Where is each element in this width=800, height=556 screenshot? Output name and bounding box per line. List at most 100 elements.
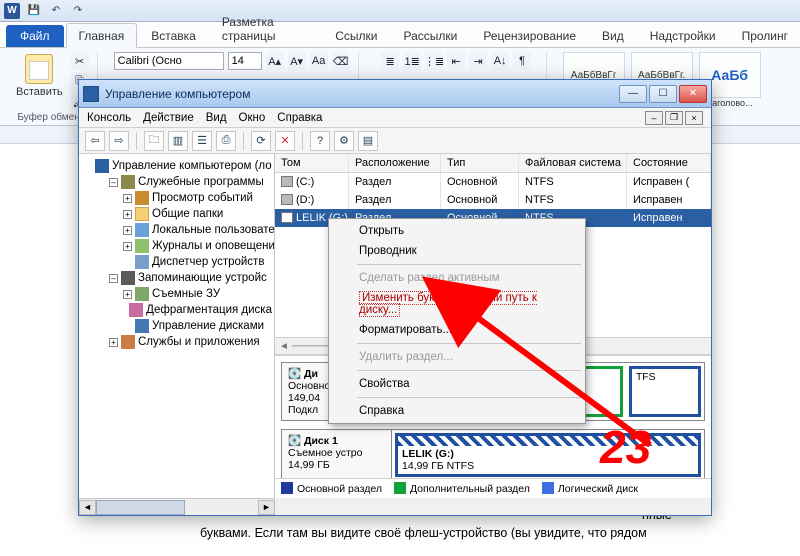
col-filesystem[interactable]: Файловая система: [519, 154, 627, 172]
refresh-icon[interactable]: ⟳: [251, 131, 271, 151]
expand-icon[interactable]: +: [123, 226, 132, 235]
tab-references[interactable]: Ссылки: [323, 24, 389, 47]
tab-layout[interactable]: Разметка страницы: [210, 10, 321, 47]
tree-removable-storage[interactable]: +Съемные ЗУ: [123, 286, 272, 302]
ctx-help[interactable]: Справка: [331, 401, 583, 421]
tree-pane[interactable]: Управление компьютером (ло –Служебные пр…: [79, 154, 275, 498]
font-size-select[interactable]: [228, 52, 262, 70]
tree-disk-management[interactable]: Управление дисками: [123, 318, 272, 334]
undo-icon[interactable]: ↶: [48, 3, 64, 19]
delete-icon[interactable]: ✕: [275, 131, 295, 151]
tab-review[interactable]: Рецензирование: [471, 24, 588, 47]
back-icon[interactable]: ⇦: [85, 131, 105, 151]
up-icon[interactable]: 🗀: [144, 131, 164, 151]
expand-icon[interactable]: +: [123, 290, 132, 299]
ctx-delete-partition: Удалить раздел...: [331, 347, 583, 367]
expand-icon[interactable]: +: [123, 194, 132, 203]
collapse-icon[interactable]: –: [109, 274, 118, 283]
tree-horizontal-scrollbar[interactable]: ◄ ►: [79, 498, 275, 515]
cut-icon[interactable]: ✂: [71, 52, 89, 70]
tree-defrag[interactable]: Дефрагментация диска: [123, 302, 272, 318]
disk1-block[interactable]: 💽 Диск 1 Съемное устро 14,99 ГБ LELIK (G…: [281, 429, 705, 478]
tab-home[interactable]: Главная: [66, 23, 138, 48]
col-status[interactable]: Состояние: [627, 154, 711, 172]
menu-action[interactable]: Действие: [143, 112, 194, 124]
change-case-icon[interactable]: Aa: [310, 52, 328, 70]
menu-help[interactable]: Справка: [277, 112, 322, 124]
collapse-icon[interactable]: –: [109, 178, 118, 187]
paste-button[interactable]: Вставить: [14, 52, 65, 100]
indent-inc-icon[interactable]: ⇥: [469, 52, 487, 70]
settings-icon[interactable]: ⚙: [334, 131, 354, 151]
maximize-button[interactable]: ☐: [649, 85, 677, 103]
grow-font-icon[interactable]: A▴: [266, 52, 284, 70]
tab-proling[interactable]: Пролинг: [730, 24, 800, 47]
list-view-icon[interactable]: ▤: [358, 131, 378, 151]
menu-console[interactable]: Консоль: [87, 112, 131, 124]
ctx-properties[interactable]: Свойства: [331, 374, 583, 394]
tab-view[interactable]: Вид: [590, 24, 636, 47]
child-minimize-button[interactable]: –: [645, 111, 663, 125]
tab-mailings[interactable]: Рассылки: [391, 24, 469, 47]
menu-view[interactable]: Вид: [206, 112, 227, 124]
disk1-part-1[interactable]: LELIK (G:) 14,99 ГБ NTFS: [395, 433, 701, 477]
tab-addins[interactable]: Надстройки: [638, 24, 728, 47]
close-button[interactable]: ✕: [679, 85, 707, 103]
col-layout[interactable]: Расположение: [349, 154, 441, 172]
redo-icon[interactable]: ↷: [70, 3, 86, 19]
volume-list-header[interactable]: Том Расположение Тип Файловая система Со…: [275, 154, 711, 173]
bullets-icon[interactable]: ≣: [381, 52, 399, 70]
volume-row-c[interactable]: (C:) Раздел Основной NTFS Исправен (: [275, 173, 711, 191]
tree-perf-logs[interactable]: +Журналы и оповещени: [123, 238, 272, 254]
ctx-mark-active: Сделать раздел активным: [331, 268, 583, 288]
legend-extended-swatch: [394, 482, 406, 494]
shrink-font-icon[interactable]: A▾: [288, 52, 306, 70]
numbering-icon[interactable]: 1≣: [403, 52, 421, 70]
ctx-open[interactable]: Открыть: [331, 221, 583, 241]
file-tab[interactable]: Файл: [6, 25, 64, 47]
disk0-title: Ди: [304, 368, 318, 380]
window-titlebar[interactable]: Управление компьютером — ☐ ✕: [79, 80, 711, 108]
save-icon[interactable]: 💾: [26, 3, 42, 19]
properties-icon[interactable]: ☰: [192, 131, 212, 151]
export-icon[interactable]: ⎙: [216, 131, 236, 151]
volume-row-d[interactable]: (D:) Раздел Основной NTFS Исправен: [275, 191, 711, 209]
tree-event-viewer[interactable]: +Просмотр событий: [123, 190, 272, 206]
expand-icon[interactable]: +: [123, 242, 132, 251]
ctx-separator: [357, 370, 581, 371]
word-icon: W: [4, 3, 20, 19]
disk0-part-3[interactable]: TFS: [629, 366, 701, 417]
show-marks-icon[interactable]: ¶: [513, 52, 531, 70]
show-hide-tree-icon[interactable]: ▥: [168, 131, 188, 151]
clear-format-icon[interactable]: ⌫: [332, 52, 350, 70]
tree-root[interactable]: Управление компьютером (ло: [95, 158, 272, 174]
expand-icon[interactable]: +: [109, 338, 118, 347]
help-icon[interactable]: ?: [310, 131, 330, 151]
tree-services-apps[interactable]: +Службы и приложения: [109, 334, 272, 350]
scroll-right-icon[interactable]: ►: [258, 500, 275, 515]
forward-icon[interactable]: ⇨: [109, 131, 129, 151]
col-volume[interactable]: Том: [275, 154, 349, 172]
ctx-format[interactable]: Форматировать...: [331, 320, 583, 340]
sort-icon[interactable]: A↓: [491, 52, 509, 70]
multilevel-icon[interactable]: ⋮≣: [425, 52, 443, 70]
font-name-select[interactable]: [114, 52, 224, 70]
ctx-change-drive-letter[interactable]: Изменить букву диска или путь к диску...: [331, 288, 583, 320]
menu-window[interactable]: Окно: [239, 112, 266, 124]
col-type[interactable]: Тип: [441, 154, 519, 172]
minimize-button[interactable]: —: [619, 85, 647, 103]
child-close-button[interactable]: ×: [685, 111, 703, 125]
expand-icon[interactable]: +: [123, 210, 132, 219]
tree-storage[interactable]: –Запоминающие устройс: [109, 270, 272, 286]
scroll-thumb[interactable]: [96, 500, 185, 515]
indent-dec-icon[interactable]: ⇤: [447, 52, 465, 70]
ctx-explorer[interactable]: Проводник: [331, 241, 583, 261]
tab-insert[interactable]: Вставка: [139, 24, 208, 47]
child-restore-button[interactable]: ❐: [665, 111, 683, 125]
tree-system-tools[interactable]: –Служебные программы: [109, 174, 272, 190]
tree-local-users[interactable]: +Локальные пользовател: [123, 222, 272, 238]
tree-shared-folders[interactable]: +Общие папки: [123, 206, 272, 222]
scroll-left-icon[interactable]: ◄: [79, 500, 96, 515]
defrag-icon: [129, 303, 143, 317]
tree-device-manager[interactable]: Диспетчер устройств: [123, 254, 272, 270]
